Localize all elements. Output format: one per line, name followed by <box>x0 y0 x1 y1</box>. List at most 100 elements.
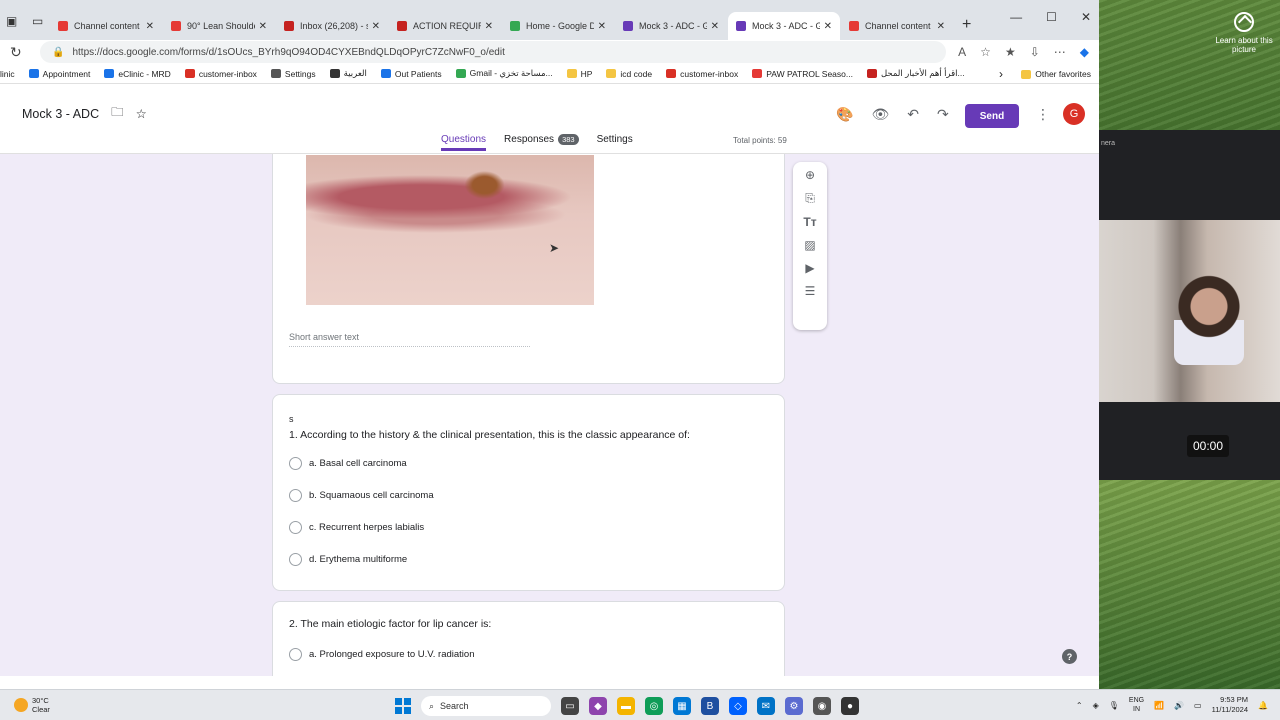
bookmark-item[interactable]: HP <box>566 69 592 79</box>
url-field[interactable]: 🔒 https://docs.google.com/forms/d/1sOUcs… <box>40 41 947 63</box>
close-tab-icon[interactable]: ✕ <box>259 21 267 32</box>
wifi-icon[interactable]: 📶 <box>1154 701 1164 710</box>
learn-about-picture[interactable]: Learn about this picture <box>1213 12 1275 54</box>
question-card-image[interactable]: Short answer text <box>272 154 785 384</box>
camera-app-icon[interactable]: ◉ <box>813 697 831 715</box>
extensions-icon[interactable]: ⋯ <box>1054 45 1066 59</box>
close-window-icon[interactable]: ✕ <box>1081 10 1091 24</box>
windows-start-icon[interactable] <box>395 698 411 714</box>
close-tab-icon[interactable]: ✕ <box>372 21 380 32</box>
reload-icon[interactable]: ↻ <box>10 44 40 61</box>
redo-icon[interactable]: ↷ <box>937 106 949 123</box>
b-app-icon[interactable]: B <box>701 697 719 715</box>
tab-actions-icon[interactable]: ▭ <box>32 14 43 28</box>
option-q2opts-0[interactable]: a. Prolonged exposure to U.V. radiation <box>289 648 474 661</box>
close-tab-icon[interactable]: ✕ <box>485 21 493 32</box>
add-video-icon[interactable]: ▶ <box>805 261 814 275</box>
bookmark-item[interactable]: Settings <box>270 69 316 79</box>
dropbox-icon[interactable]: ◇ <box>729 697 747 715</box>
lip-lesion-image[interactable] <box>306 155 594 305</box>
battery-icon[interactable]: ▭ <box>1194 701 1202 710</box>
avatar[interactable]: G <box>1063 103 1085 125</box>
downloads-icon[interactable]: ⇩ <box>1030 45 1040 59</box>
language-indicator[interactable]: ENG IN <box>1129 696 1144 714</box>
workspaces-icon[interactable]: ▣ <box>6 14 17 28</box>
option-q1opts-0[interactable]: a. Basal cell carcinoma <box>289 457 407 470</box>
chevron-right-icon[interactable]: › <box>999 67 1003 81</box>
close-tab-icon[interactable]: ✕ <box>598 21 606 32</box>
browser-tab[interactable]: Mock 3 - ADC - Goog ✕ <box>615 12 727 40</box>
preview-eye-icon[interactable]: 👁 <box>871 106 889 123</box>
close-tab-icon[interactable]: ✕ <box>937 21 945 32</box>
minimize-icon[interactable]: — <box>1010 10 1022 24</box>
bookmark-item[interactable]: PAW PATROL Seaso... <box>752 69 853 79</box>
edge-browser-icon[interactable]: ◎ <box>645 697 663 715</box>
add-section-icon[interactable]: ☰ <box>805 284 816 298</box>
settings-app-icon[interactable]: ⚙ <box>785 697 803 715</box>
undo-icon[interactable]: ↶ <box>907 106 919 123</box>
taskbar-clock[interactable]: 9:53 PM 11/11/2024 <box>1212 695 1248 715</box>
radio-button[interactable] <box>289 648 302 661</box>
question-card-2[interactable]: 2. The main etiologic factor for lip can… <box>272 601 785 676</box>
tray-chevron-icon[interactable]: ⌃ <box>1076 701 1083 710</box>
bookmark-item[interactable]: Gmail - مساحة تخزي... <box>455 68 553 79</box>
palette-icon[interactable]: 🎨 <box>836 106 853 123</box>
favorites-icon[interactable]: ★ <box>1005 45 1016 59</box>
tab-responses[interactable]: Responses 383 <box>504 134 579 151</box>
radio-button[interactable] <box>289 553 302 566</box>
chrome-icon[interactable]: ● <box>841 697 859 715</box>
option-q1opts-3[interactable]: d. Erythema multiforme <box>289 553 407 566</box>
more-options-icon[interactable]: ⋮ <box>1036 106 1050 123</box>
browser-tab[interactable]: Mock 3 - ADC - Goo ✕ <box>728 12 840 40</box>
bookmark-item[interactable]: customer-inbox <box>184 69 257 79</box>
form-title[interactable]: Mock 3 - ADC <box>22 107 99 121</box>
new-tab-icon[interactable]: + <box>962 16 971 40</box>
browser-tab[interactable]: ACTION REQUIRED: ✕ <box>389 12 501 40</box>
bookmark-item[interactable]: Appointment <box>28 69 90 79</box>
close-tab-icon[interactable]: ✕ <box>711 21 719 32</box>
folder-move-icon[interactable]: 🗀 <box>111 103 124 124</box>
radio-button[interactable] <box>289 457 302 470</box>
store-icon[interactable]: ▦ <box>673 697 691 715</box>
notifications-icon[interactable]: 🔔 <box>1258 701 1268 710</box>
close-tab-icon[interactable]: ✕ <box>824 21 832 32</box>
browser-tab[interactable]: 90° Lean Shoulders ✕ <box>163 12 275 40</box>
radio-button[interactable] <box>289 521 302 534</box>
mail-icon[interactable]: ✉ <box>757 697 775 715</box>
bookmark-item[interactable]: eClinic - MRD <box>104 69 171 79</box>
lock-icon[interactable]: 🔒 <box>52 47 64 58</box>
other-favorites[interactable]: Other favorites <box>1021 69 1091 79</box>
star-icon[interactable]: ☆ <box>980 45 991 59</box>
tab-settings[interactable]: Settings <box>597 134 633 151</box>
option-q1opts-2[interactable]: c. Recurrent herpes labialis <box>289 521 424 534</box>
maximize-icon[interactable]: ☐ <box>1046 10 1057 24</box>
task-view-icon[interactable]: ▭ <box>561 697 579 715</box>
add-title-icon[interactable]: Tт <box>803 215 816 229</box>
import-questions-icon[interactable]: ⎘ <box>805 191 815 206</box>
file-explorer-icon[interactable]: ▬ <box>617 697 635 715</box>
bookmark-item[interactable]: اقرأ أهم الأخبار المحل... <box>866 68 965 79</box>
bookmark-item[interactable]: customer-inbox <box>666 69 738 79</box>
copilot-icon[interactable]: ◆ <box>1080 45 1089 59</box>
network-icon[interactable]: ◈ <box>1093 701 1099 710</box>
add-question-icon[interactable]: ⊕ <box>805 168 815 182</box>
bookmark-item[interactable]: icd code <box>606 69 652 79</box>
tab-questions[interactable]: Questions <box>441 134 487 151</box>
read-aloud-icon[interactable]: A <box>958 45 966 59</box>
bookmark-item[interactable]: linic <box>0 69 15 79</box>
radio-button[interactable] <box>289 489 302 502</box>
option-q1opts-1[interactable]: b. Squamaous cell carcinoma <box>289 489 434 502</box>
copilot-app-icon[interactable]: ◆ <box>589 697 607 715</box>
bookmark-item[interactable]: العربية <box>329 68 367 79</box>
taskbar-search[interactable]: ⌕ Search <box>421 696 551 716</box>
mic-icon[interactable]: 🎙 <box>1109 701 1119 710</box>
volume-icon[interactable]: 🔊 <box>1174 701 1184 710</box>
camera-overlay[interactable]: nera 00:00 <box>1099 130 1280 480</box>
browser-tab[interactable]: Channel content - Yo ✕ <box>841 12 953 40</box>
add-image-icon[interactable]: ▨ <box>804 238 815 252</box>
browser-tab[interactable]: Home - Google Drive ✕ <box>502 12 614 40</box>
help-icon[interactable]: ? <box>1062 649 1077 664</box>
question-card-1[interactable]: s 1. According to the history & the clin… <box>272 394 785 591</box>
star-form-icon[interactable]: ☆ <box>136 106 147 121</box>
weather-widget[interactable]: 30°C Clear <box>14 696 50 714</box>
